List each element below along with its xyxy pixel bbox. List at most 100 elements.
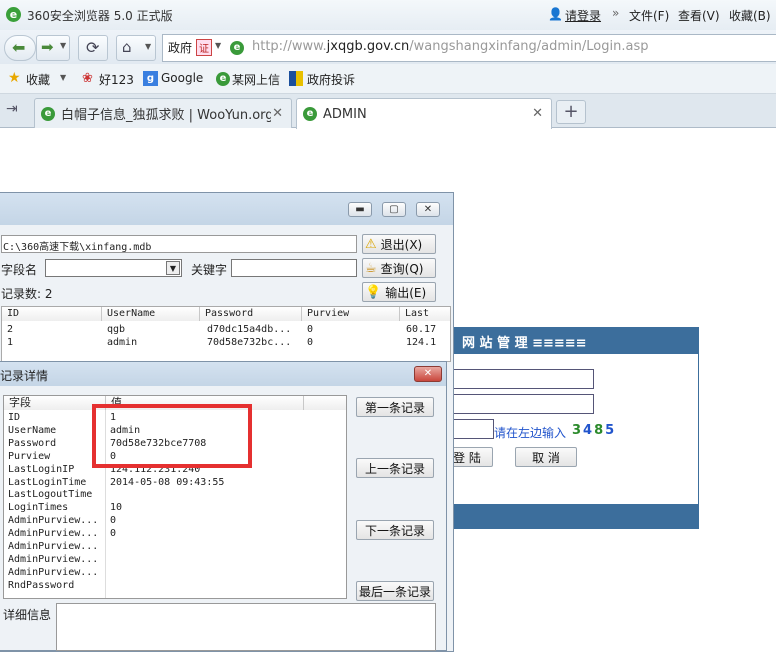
exit-label: 退出(X) xyxy=(380,237,423,252)
minimize-icon: ▬ xyxy=(355,204,365,215)
dialog-title: 记录详情 xyxy=(0,369,49,383)
detail-row[interactable]: AdminPurview... 0 xyxy=(4,528,346,541)
sidebar-toggle-icon[interactable]: ⇥ xyxy=(6,101,18,117)
tab-label: ADMIN xyxy=(323,106,367,122)
login-footer xyxy=(451,504,698,529)
page-ie-icon: e xyxy=(41,106,55,121)
column-header[interactable]: UserName xyxy=(102,307,200,321)
favorites-menu[interactable]: 收藏 xyxy=(26,71,50,88)
keyword-input[interactable] xyxy=(231,259,357,277)
home-button[interactable]: ⌂ ▼ xyxy=(116,35,156,61)
login-button-label: 登 陆 xyxy=(453,450,481,465)
captcha-digit: 5 xyxy=(605,423,617,438)
chevron-down-icon[interactable]: ▼ xyxy=(60,73,66,82)
login-cancel-button[interactable]: 取 消 xyxy=(515,447,577,467)
detail-row[interactable]: LastLoginTime 2014-05-08 09:43:55 xyxy=(4,477,346,490)
fav-google[interactable]: Google xyxy=(161,71,203,85)
detail-row[interactable]: LastLogoutTime xyxy=(4,489,346,502)
detail-field-name: AdminPurview... xyxy=(8,566,99,578)
table-cell: 0 xyxy=(307,324,314,335)
last-record-label: 最后一条记录 xyxy=(358,584,431,599)
detail-field-name: RndPassword xyxy=(8,579,75,591)
close-button[interactable]: ✕ xyxy=(414,366,442,382)
login-panel: 网 站 管 理 ≡≡≡≡≡ 请在左边输入 3485 登 陆 取 消 xyxy=(441,327,699,529)
detail-row[interactable]: AdminPurview... xyxy=(4,541,346,554)
table-cell: 1 xyxy=(7,337,14,348)
close-icon: ✕ xyxy=(423,204,433,215)
next-record-button[interactable]: 下一条记录 xyxy=(356,520,434,540)
table-cell: 124.1 xyxy=(406,337,437,348)
detail-row[interactable]: AdminPurview... xyxy=(4,553,346,567)
menu-file[interactable]: 文件(F) xyxy=(629,7,669,24)
password-highlight-box xyxy=(92,404,252,468)
query-button[interactable]: ☕ 查询(Q) xyxy=(362,258,436,278)
column-header[interactable]: 字段 xyxy=(4,396,106,410)
maximize-button[interactable]: ▢ xyxy=(382,202,406,217)
detail-row[interactable]: LoginTimes 10 xyxy=(4,502,346,515)
lightbulb-icon: 💡 xyxy=(365,284,382,300)
minimize-button[interactable]: ▬ xyxy=(348,202,372,217)
url-prefix: http://www. xyxy=(252,39,327,54)
prev-record-button[interactable]: 上一条记录 xyxy=(356,458,434,478)
login-link[interactable]: 请登录 xyxy=(565,7,601,24)
results-grid[interactable]: ID UserName Password Purview Last 2 qgb … xyxy=(1,306,451,362)
table-row[interactable]: 1 admin 70d58e732bc... 0 124.1 xyxy=(2,337,450,350)
export-button[interactable]: 💡 输出(E) xyxy=(362,282,436,302)
detail-field-name: AdminPurview... xyxy=(8,541,99,552)
detail-info-textarea[interactable] xyxy=(56,603,436,651)
column-header[interactable]: Purview xyxy=(302,307,400,321)
tab-admin[interactable]: e ADMIN ✕ xyxy=(296,98,552,129)
detail-row[interactable]: AdminPurview... 0 xyxy=(4,515,346,528)
table-cell: d70dc15a4db... xyxy=(207,324,292,335)
new-tab-button[interactable]: + xyxy=(556,100,586,124)
detail-field-name: AdminPurview... xyxy=(8,553,99,565)
detail-info-label: 详细信息 xyxy=(3,608,52,622)
menu-expand-icon[interactable]: » xyxy=(612,6,619,20)
table-cell: 0 xyxy=(307,337,314,348)
fav-site[interactable]: 某网上信 xyxy=(232,71,280,88)
table-cell: qgb xyxy=(107,324,126,335)
first-record-label: 第一条记录 xyxy=(364,400,425,415)
forward-button[interactable]: ➡ ▼ xyxy=(36,35,70,61)
forward-arrow-icon: ➡ xyxy=(41,38,54,56)
chevron-down-icon[interactable]: ▼ xyxy=(215,41,221,50)
column-header-filler xyxy=(304,396,346,410)
fav-gov-complaint[interactable]: 政府投诉 xyxy=(307,71,355,88)
refresh-button[interactable]: ⟳ xyxy=(78,35,108,61)
column-header[interactable]: Password xyxy=(200,307,302,321)
column-header[interactable]: ID xyxy=(2,307,102,321)
close-icon[interactable]: ✕ xyxy=(272,106,283,121)
menu-view[interactable]: 查看(V) xyxy=(678,7,720,24)
detail-row[interactable]: AdminPurview... xyxy=(4,566,346,580)
favorites-bar: ★ 收藏 ▼ ❀ 好123 g Google e 某网上信 政府投诉 xyxy=(0,64,776,94)
page-ie-icon: e xyxy=(230,41,244,55)
column-header[interactable]: Last xyxy=(400,307,450,321)
detail-field-name: LastLoginIP xyxy=(8,463,75,475)
maximize-icon: ▢ xyxy=(389,204,399,215)
menu-favorites[interactable]: 收藏(B) xyxy=(729,7,771,24)
password-input[interactable] xyxy=(451,394,594,414)
close-icon: ✕ xyxy=(423,368,433,379)
chevron-down-icon: ▼ xyxy=(166,261,180,275)
last-record-button[interactable]: 最后一条记录 xyxy=(356,581,434,601)
table-cell: 2 xyxy=(7,324,14,335)
close-icon[interactable]: ✕ xyxy=(532,106,543,121)
close-button[interactable]: ✕ xyxy=(416,202,440,217)
fav-hao123[interactable]: 好123 xyxy=(99,71,134,88)
back-button[interactable]: ⬅ xyxy=(4,35,36,61)
first-record-button[interactable]: 第一条记录 xyxy=(356,397,434,417)
url-text[interactable]: http://www.jxqgb.gov.cn/wangshangxinfang… xyxy=(252,39,649,54)
exit-button[interactable]: ⚠ 退出(X) xyxy=(362,234,436,254)
detail-row[interactable]: RndPassword xyxy=(4,579,346,593)
tab-wooyun[interactable]: e 白帽子信息_独孤求败 | WooYun.org ✕ xyxy=(34,98,292,128)
user-icon: 👤 xyxy=(548,7,563,21)
table-row[interactable]: 2 qgb d70dc15a4db... 0 60.17 xyxy=(2,324,450,337)
captcha-digit: 8 xyxy=(594,423,606,438)
field-select[interactable]: ▼ xyxy=(45,259,182,277)
username-input[interactable] xyxy=(451,369,594,389)
gov-badge: 证 xyxy=(196,39,212,56)
captcha-input[interactable] xyxy=(451,419,494,439)
detail-field-name: LastLogoutTime xyxy=(8,489,93,501)
page-ie-icon: e xyxy=(303,107,317,121)
next-record-label: 下一条记录 xyxy=(364,523,425,538)
